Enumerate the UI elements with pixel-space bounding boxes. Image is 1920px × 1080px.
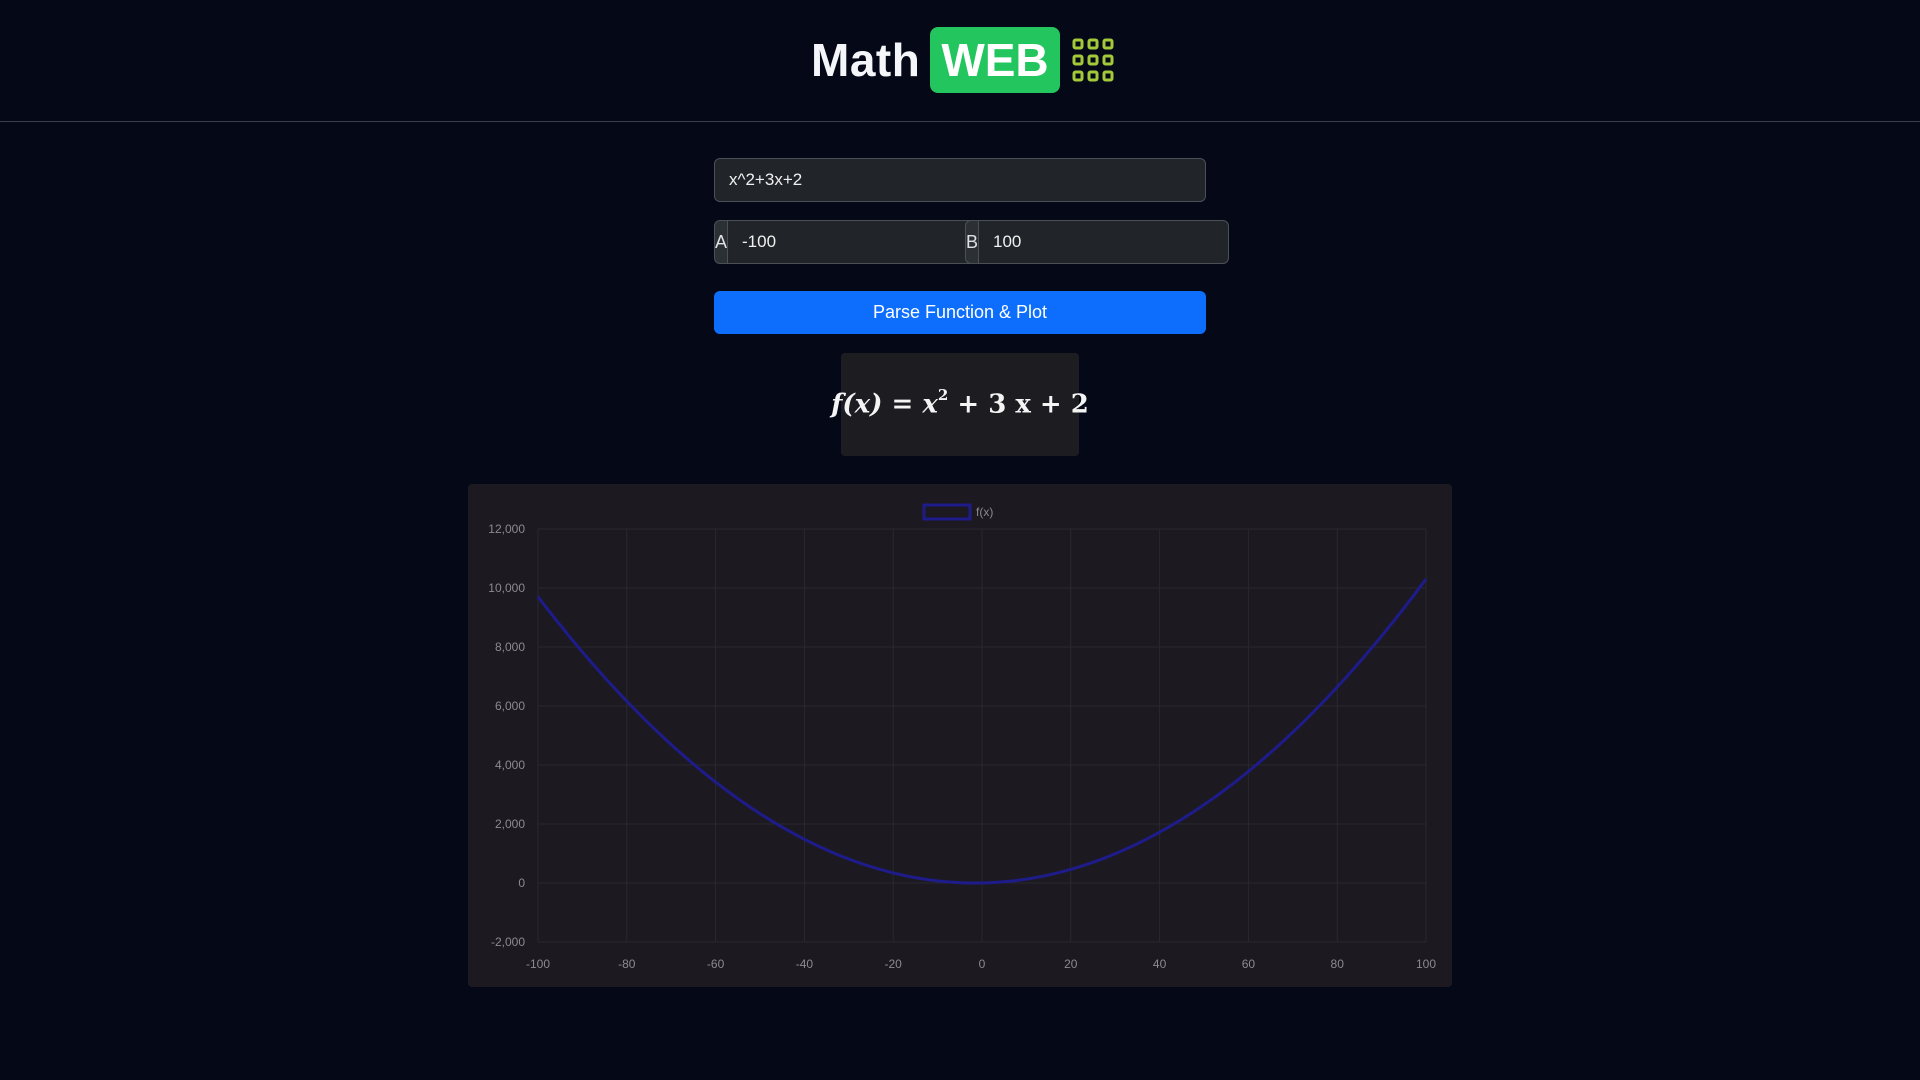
function-chart[interactable]: -100 -80 -60 -40 -20 0 20 40 60 80 100 12,000 10,000…	[468, 484, 1452, 987]
x-tick-label: 20	[1064, 957, 1078, 971]
x-tick-label: -60	[707, 957, 725, 971]
x-tick-label: 0	[979, 957, 986, 971]
y-tick-label: 0	[518, 876, 525, 890]
range-b-input[interactable]	[978, 220, 1230, 264]
formula-exponent: 2	[937, 386, 949, 405]
formula-text: f(x) = x2 + 3 x + 2	[831, 386, 1089, 420]
formula-lhs: f(x)	[831, 389, 883, 420]
y-tick-label: 10,000	[488, 581, 525, 595]
logo-text-math: Math	[811, 34, 921, 86]
formula-equals: =	[891, 389, 914, 420]
formula-display: f(x) = x2 + 3 x + 2	[831, 353, 1089, 456]
y-tick-label: 12,000	[488, 522, 525, 536]
x-tick-label: 100	[1416, 957, 1436, 971]
app-logo[interactable]: Math WEB	[811, 27, 1114, 93]
chart-card: -100 -80 -60 -40 -20 0 20 40 60 80 100 12,000 10,000…	[468, 484, 1452, 987]
range-a-input[interactable]	[727, 220, 979, 264]
range-a-group: A	[714, 220, 979, 264]
formula-rest: + 3 x + 2	[957, 389, 1089, 420]
x-tick-label: 80	[1331, 957, 1345, 971]
legend-swatch	[922, 503, 972, 521]
function-input[interactable]	[714, 158, 1206, 202]
x-tick-label: -40	[796, 957, 814, 971]
y-tick-label: 4,000	[495, 758, 525, 772]
legend-label: f(x)	[976, 505, 993, 519]
range-b-label: B	[965, 220, 979, 264]
parse-plot-button[interactable]: Parse Function & Plot	[714, 291, 1206, 334]
range-b-group: B	[965, 220, 1230, 264]
app-header: Math WEB	[0, 0, 1920, 122]
y-tick-label: 6,000	[495, 699, 525, 713]
logo-badge-web: WEB	[930, 27, 1060, 93]
y-tick-label: -2,000	[491, 935, 525, 949]
grid-icon	[1072, 38, 1114, 82]
formula-x: x	[922, 389, 938, 420]
range-a-label: A	[714, 220, 728, 264]
x-tick-label: -20	[885, 957, 903, 971]
x-tick-label: -100	[526, 957, 550, 971]
x-tick-label: 60	[1242, 957, 1256, 971]
y-tick-label: 2,000	[495, 817, 525, 831]
x-tick-label: -80	[618, 957, 636, 971]
y-tick-label: 8,000	[495, 640, 525, 654]
x-tick-label: 40	[1153, 957, 1167, 971]
